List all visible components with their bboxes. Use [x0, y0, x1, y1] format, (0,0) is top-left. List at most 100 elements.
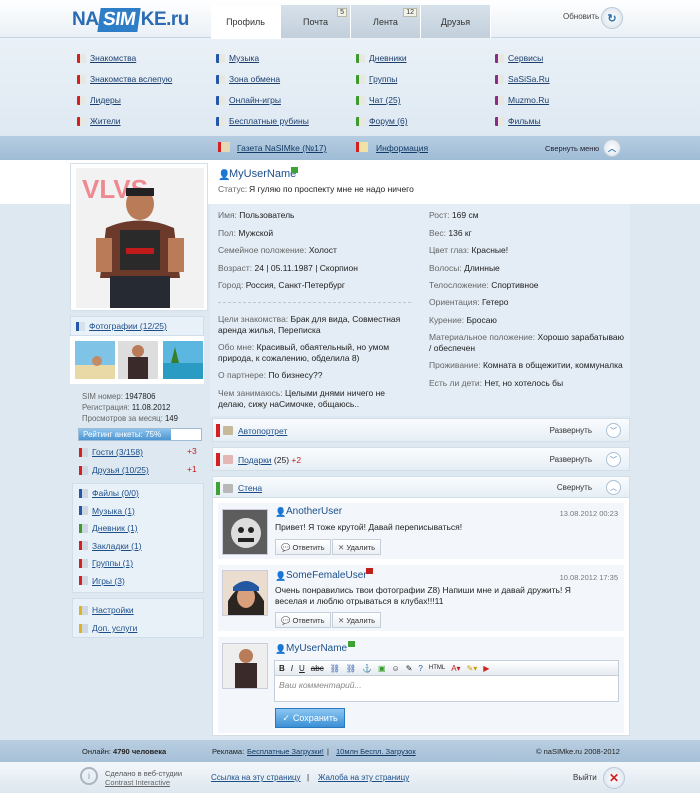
info-link[interactable]: Информация	[376, 143, 428, 153]
chevron-down-icon[interactable]: ﹀	[606, 452, 621, 467]
gifts-bar[interactable]: Подарки (25) +2 Развернуть ﹀	[212, 447, 630, 471]
menu-item-label[interactable]: Muzmo.Ru	[508, 95, 549, 105]
wall-bar[interactable]: Стена Свернуть ︿	[212, 476, 630, 498]
html-icon[interactable]: HTML	[429, 665, 445, 671]
chevron-up-icon[interactable]: ︿	[606, 480, 621, 495]
menu-item[interactable]: Сервисы	[495, 52, 543, 64]
photos-link[interactable]: Фотографии (12/25)	[76, 320, 167, 332]
collapse-menu-label[interactable]: Свернуть меню	[545, 144, 599, 153]
menu-item-label[interactable]: Жители	[90, 116, 121, 126]
delete-button[interactable]: ✕ Удалить	[332, 612, 382, 628]
photo-thumb-sea[interactable]	[163, 341, 203, 379]
menu-item-label[interactable]: Фильмы	[508, 116, 541, 126]
menu-item-label[interactable]: Зона обмена	[229, 74, 280, 84]
comment-textarea[interactable]: Ваш комментарий...	[274, 676, 619, 702]
tab-mail[interactable]: Почта 5	[281, 5, 351, 38]
underline-icon[interactable]: U	[299, 664, 305, 673]
menu-item-label[interactable]: Группы	[369, 74, 397, 84]
menu-item[interactable]: Лидеры	[77, 94, 121, 106]
menu-item-label[interactable]: Лидеры	[90, 95, 121, 105]
expand-label[interactable]: Развернуть	[550, 455, 592, 464]
games-link[interactable]: Игры (3)	[79, 575, 125, 587]
italic-icon[interactable]: I	[291, 664, 293, 673]
friends-link[interactable]: Друзья (10/25)	[79, 464, 149, 476]
edit-icon[interactable]: ✎	[406, 664, 413, 673]
menu-item[interactable]: Форум (6)	[356, 115, 408, 127]
menu-item[interactable]: Музыка	[216, 52, 259, 64]
chevron-down-icon[interactable]: ﹀	[606, 423, 621, 438]
menu-item[interactable]: Фильмы	[495, 115, 541, 127]
menu-item[interactable]: Дневники	[356, 52, 407, 64]
tab-feed[interactable]: Лента 12	[351, 5, 421, 38]
expand-label[interactable]: Развернуть	[550, 426, 592, 435]
menu-item-label[interactable]: Дневники	[369, 53, 407, 63]
complaint-link[interactable]: Жалоба на эту страницу	[318, 773, 409, 782]
groups-link[interactable]: Группы (1)	[79, 557, 133, 569]
files-link[interactable]: Файлы (0/0)	[79, 487, 139, 499]
post-author[interactable]: AnotherUser	[286, 506, 342, 517]
exit-icon[interactable]: ✕	[603, 767, 625, 789]
wall-title[interactable]: Стена	[238, 483, 262, 493]
menu-item-label[interactable]: Чат (25)	[369, 95, 401, 105]
chevron-up-icon[interactable]: ︿	[603, 139, 621, 157]
avatar[interactable]: VLVS	[76, 168, 204, 308]
settings-link[interactable]: Настройки	[79, 604, 134, 616]
menu-item[interactable]: Группы	[356, 73, 397, 85]
studio-link[interactable]: Contrast Interactive	[105, 778, 170, 787]
extra-services-link[interactable]: Доп. услуги	[79, 622, 137, 634]
ad-link-2[interactable]: 10млн Беспл. Загрузок	[336, 747, 416, 756]
anchor-icon[interactable]: ⚓	[362, 664, 372, 673]
reply-button[interactable]: 💬 Ответить	[275, 539, 331, 555]
menu-item[interactable]: Зона обмена	[216, 73, 280, 85]
photo-thumb-beach[interactable]	[75, 341, 115, 379]
music-link[interactable]: Музыка (1)	[79, 505, 135, 517]
save-button[interactable]: ✓ Сохранить	[275, 708, 345, 728]
unlink-icon[interactable]: ⛓	[346, 664, 356, 673]
highlight-icon[interactable]: ✎▾	[467, 664, 478, 673]
menu-item[interactable]: Muzmo.Ru	[495, 94, 549, 106]
page-link[interactable]: Ссылка на эту страницу	[211, 773, 301, 782]
guests-link[interactable]: Гости (3/158)	[79, 446, 143, 458]
autoportret-bar[interactable]: Автопортрет Развернуть ﹀	[212, 418, 630, 442]
diary-link[interactable]: Дневник (1)	[79, 522, 138, 534]
menu-item-label[interactable]: SaSiSa.Ru	[508, 74, 550, 84]
refresh-icon[interactable]: ↻	[601, 7, 623, 29]
menu-item-label[interactable]: Бесплатные рубины	[229, 116, 309, 126]
help-icon[interactable]: ?	[418, 664, 422, 673]
menu-item[interactable]: Знакомства вслепую	[77, 73, 172, 85]
menu-item[interactable]: Бесплатные рубины	[216, 115, 309, 127]
menu-item[interactable]: Знакомства	[77, 52, 136, 64]
menu-item-label[interactable]: Онлайн-игры	[229, 95, 281, 105]
smile-icon[interactable]: ☺	[392, 664, 400, 673]
menu-item-label[interactable]: Форум (6)	[369, 116, 408, 126]
image-icon[interactable]: ▣	[378, 664, 386, 673]
font-color-icon[interactable]: A▾	[451, 664, 460, 673]
post-author[interactable]: SomeFemaleUser	[286, 570, 367, 581]
post-avatar[interactable]	[222, 570, 268, 616]
youtube-icon[interactable]: ▶	[483, 664, 489, 673]
link-icon[interactable]: ⛓	[330, 664, 340, 673]
menu-item-label[interactable]: Знакомства вслепую	[90, 74, 172, 84]
bold-icon[interactable]: B	[279, 664, 285, 673]
menu-item-label[interactable]: Сервисы	[508, 53, 543, 63]
menu-item[interactable]: SaSiSa.Ru	[495, 73, 550, 85]
menu-item[interactable]: Чат (25)	[356, 94, 401, 106]
exit-label[interactable]: Выйти	[573, 773, 597, 782]
reply-button[interactable]: 💬 Ответить	[275, 612, 331, 628]
post-avatar[interactable]	[222, 509, 268, 555]
gifts-title[interactable]: Подарки	[238, 455, 272, 465]
tab-friends[interactable]: Друзья	[421, 5, 491, 38]
gazeta-link[interactable]: Газета NaSIMke (№17)	[237, 143, 326, 153]
menu-item-label[interactable]: Музыка	[229, 53, 259, 63]
ad-link-1[interactable]: Бесплатные Загрузки!	[247, 747, 324, 756]
bookmarks-link[interactable]: Закладки (1)	[79, 540, 142, 552]
menu-item[interactable]: Онлайн-игры	[216, 94, 281, 106]
refresh-label[interactable]: Обновить	[563, 12, 599, 21]
site-logo[interactable]: NA SIM KE.ru	[72, 8, 189, 32]
strike-icon[interactable]: abc	[311, 664, 324, 673]
collapse-label[interactable]: Свернуть	[557, 483, 592, 492]
photo-thumb-man[interactable]	[118, 341, 158, 379]
menu-item[interactable]: Жители	[77, 115, 121, 127]
autoportret-title[interactable]: Автопортрет	[238, 426, 287, 436]
menu-item-label[interactable]: Знакомства	[90, 53, 136, 63]
